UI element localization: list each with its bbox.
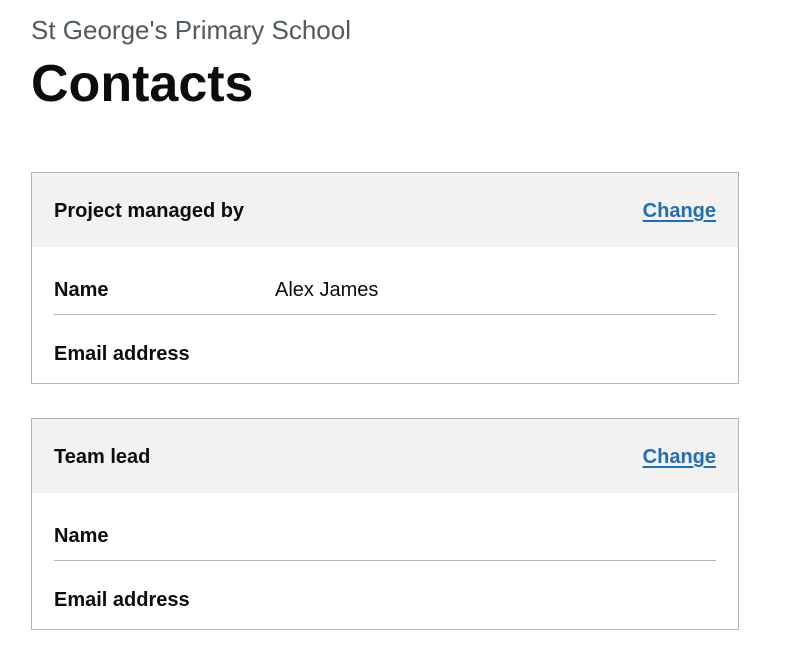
summary-row-email: Email address [54, 561, 716, 612]
summary-list: Name Email address [54, 493, 716, 612]
summary-key: Email address [54, 343, 190, 365]
summary-list: Name Alex James Email address [54, 247, 716, 366]
change-project-manager-link[interactable]: Change [643, 173, 716, 249]
card-header: Project managed by Change [32, 173, 738, 247]
page-caption: St George's Primary School [31, 15, 351, 45]
summary-row-name: Name Alex James [54, 247, 716, 315]
card-title: Team lead [54, 446, 151, 468]
project-manager-card: Project managed by Change Name Alex Jame… [31, 172, 739, 384]
summary-key: Email address [54, 589, 190, 611]
team-lead-card: Team lead Change Name Email address [31, 418, 739, 630]
change-team-lead-link[interactable]: Change [643, 419, 716, 495]
card-title: Project managed by [54, 200, 245, 222]
summary-row-name: Name [54, 493, 716, 561]
page-content: St George's Primary School Contacts Proj… [31, 0, 739, 630]
summary-value: Alex James [275, 279, 379, 301]
summary-row-email: Email address [54, 315, 716, 366]
summary-key: Name [54, 279, 109, 301]
summary-key: Name [54, 525, 109, 547]
card-header: Team lead Change [32, 419, 738, 493]
page-title: Contacts [31, 55, 254, 113]
